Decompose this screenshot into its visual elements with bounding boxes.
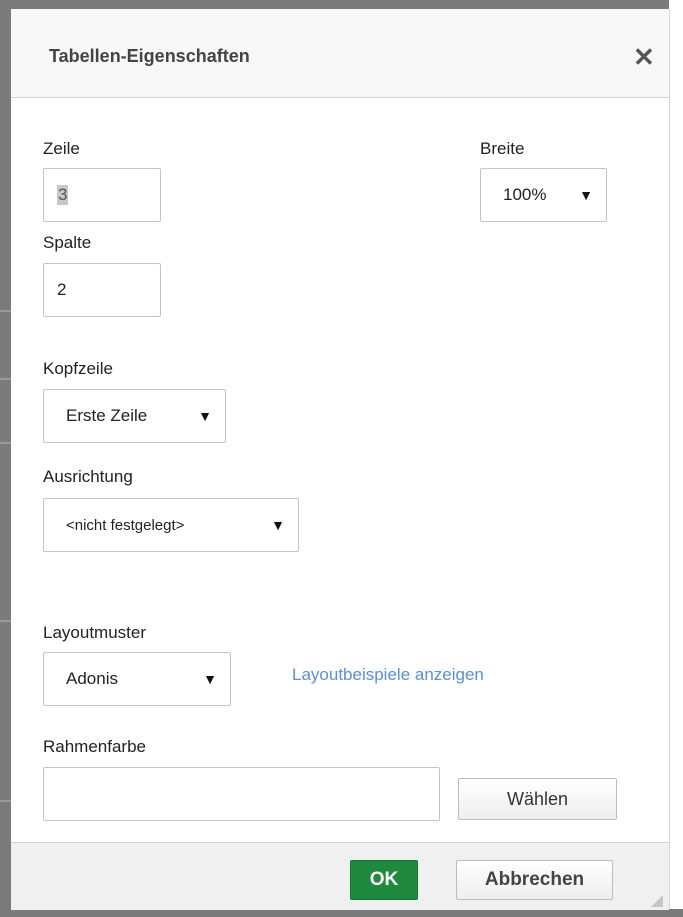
frame-tick [0,310,11,312]
frame-tick [0,620,11,622]
table-properties-dialog: Tabellen-Eigenschaften ✕ Zeile 3 Spalte … [11,9,670,910]
dialog-header: Tabellen-Eigenschaften ✕ [11,9,669,98]
frame-tick [0,378,11,380]
header-row-select[interactable]: Erste Zeile ▼ [43,389,226,443]
rows-input[interactable]: 3 [43,168,161,222]
alignment-selected: <nicht festgelegt> [66,516,185,534]
frame-tick [0,800,11,802]
width-select[interactable]: 100% ▼ [480,168,607,222]
background-frame-bottom [0,909,683,917]
cancel-button[interactable]: Abbrechen [456,860,613,900]
background-frame-right [669,0,683,917]
border-color-label: Rahmenfarbe [43,737,147,756]
close-icon[interactable]: ✕ [633,44,655,70]
dialog-footer: OK Abbrechen [11,842,669,910]
columns-input[interactable]: 2 [43,263,161,317]
rows-label: Zeile [43,139,80,158]
width-selected: 100% [503,185,547,204]
alignment-select[interactable]: <nicht festgelegt> ▼ [43,498,299,552]
border-color-input[interactable] [43,767,440,821]
frame-tick [0,442,11,444]
layout-pattern-selected: Adonis [66,669,118,688]
caret-down-icon: ▼ [579,187,593,203]
dialog-title: Tabellen-Eigenschaften [49,46,250,66]
alignment-label: Ausrichtung [43,467,133,486]
header-row-label: Kopfzeile [43,359,113,378]
rows-value: 3 [57,185,69,205]
width-label: Breite [480,139,525,158]
caret-down-icon: ▼ [198,408,212,424]
choose-color-button[interactable]: Wählen [458,778,617,820]
ok-button[interactable]: OK [350,860,418,900]
caret-down-icon: ▼ [203,671,217,687]
columns-label: Spalte [43,233,92,252]
background-frame-left [0,0,11,917]
header-row-selected: Erste Zeile [66,406,148,425]
columns-value: 2 [57,280,67,299]
layout-examples-link[interactable]: Layoutbeispiele anzeigen [292,665,484,685]
caret-down-icon: ▼ [271,517,285,533]
background-frame-top [0,0,683,9]
resize-grip-icon[interactable] [651,895,663,907]
layout-pattern-label: Layoutmuster [43,623,146,642]
layout-pattern-select[interactable]: Adonis ▼ [43,652,231,706]
